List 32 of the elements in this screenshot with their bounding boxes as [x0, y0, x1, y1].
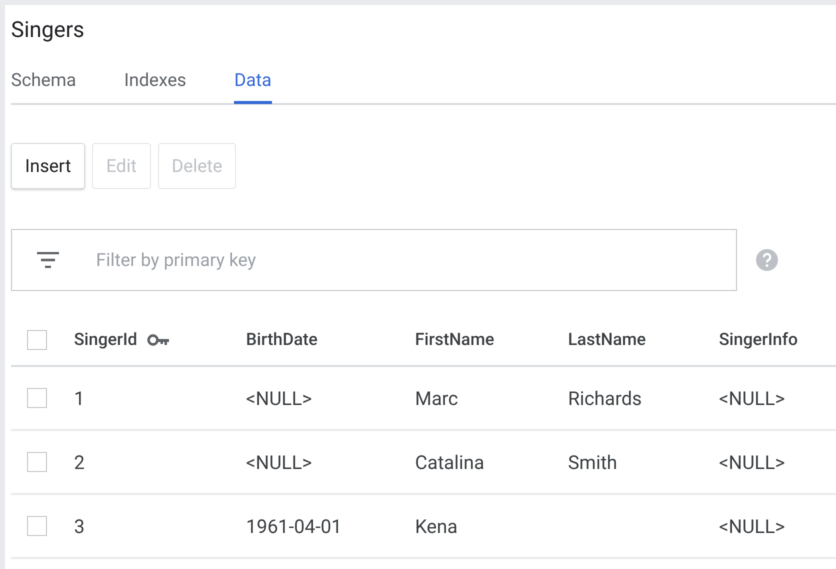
page-title: Singers: [11, 17, 86, 45]
table-cell: 1961-04-01: [246, 514, 342, 538]
checkbox[interactable]: [27, 452, 47, 472]
help-icon[interactable]: [756, 249, 778, 271]
tab[interactable]: Schema: [11, 61, 76, 104]
table-cell: 2: [74, 450, 85, 474]
table-cell: <NULL>: [246, 450, 312, 474]
table-cell: <NULL>: [719, 514, 785, 538]
table-cell: Catalina: [415, 450, 484, 474]
key-icon: [147, 334, 170, 346]
tab[interactable]: Data: [234, 61, 272, 104]
tab[interactable]: Indexes: [124, 61, 186, 104]
column-header[interactable]: SingerInfo: [719, 330, 798, 350]
column-header[interactable]: SingerId: [74, 330, 138, 350]
table-cell: <NULL>: [719, 386, 785, 410]
table-cell: Marc: [415, 386, 458, 410]
checkbox[interactable]: [27, 516, 47, 536]
column-header[interactable]: FirstName: [415, 330, 494, 350]
column-header[interactable]: LastName: [568, 330, 646, 350]
filter-icon: [37, 252, 59, 268]
table-cell: Richards: [568, 386, 642, 410]
table-cell: <NULL>: [246, 386, 312, 410]
table-cell: <NULL>: [719, 450, 785, 474]
table-cell: 1: [74, 386, 85, 410]
column-header[interactable]: BirthDate: [246, 330, 318, 350]
checkbox[interactable]: [27, 388, 47, 408]
filter-field[interactable]: Filter by primary key: [11, 229, 737, 291]
table-cell: Smith: [568, 450, 618, 474]
table-cell: Kena: [415, 514, 458, 538]
table-cell: 3: [74, 514, 85, 538]
checkbox[interactable]: [27, 330, 47, 350]
toolbar-button[interactable]: Insert: [11, 143, 86, 189]
